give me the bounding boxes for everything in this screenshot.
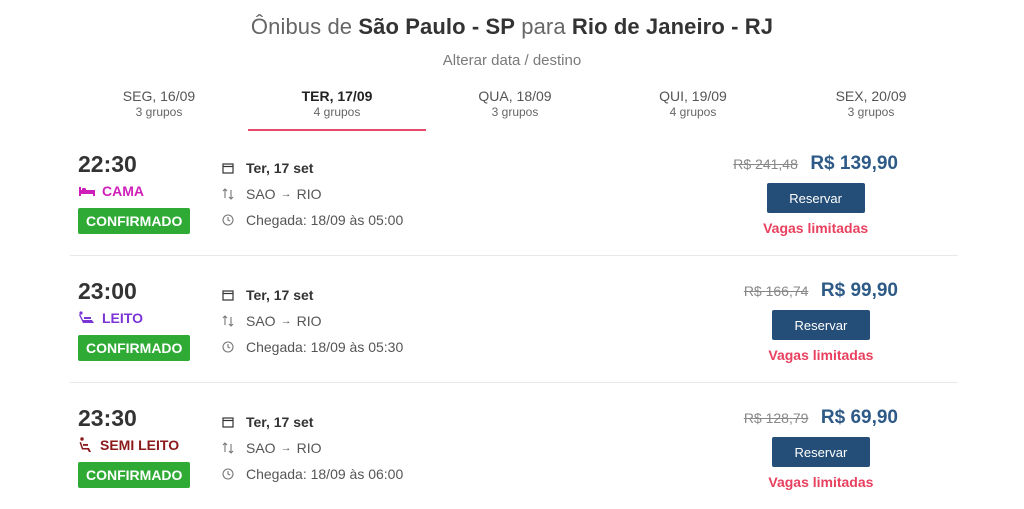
bed-icon: [78, 185, 96, 197]
status-badge: CONFIRMADO: [78, 462, 191, 488]
route-from: SAO: [246, 186, 276, 202]
recliner-icon: [78, 311, 96, 325]
price-box: R$ 128,79 R$ 69,90 Reservar Vagas limita…: [744, 407, 898, 490]
results-list: 22:30 CAMA CONFIRMADO Ter, 17 set SAO → …: [70, 135, 958, 509]
availability-text: Vagas limitadas: [763, 220, 869, 236]
trip-info: Ter, 17 set SAO → RIO Chegada: 18/09 às …: [222, 155, 403, 233]
departure-time: 22:30: [78, 151, 137, 177]
current-price: R$ 69,90: [820, 407, 898, 428]
tab-seg-16-09[interactable]: SEG, 16/09 3 grupos: [70, 86, 248, 129]
price-box: R$ 166,74 R$ 99,90 Reservar Vagas limita…: [744, 280, 898, 363]
arrival-time: Chegada: 18/09 às 05:30: [246, 339, 404, 355]
transfer-icon: [222, 188, 240, 200]
current-price: R$ 99,90: [820, 280, 898, 301]
route-to: RIO: [296, 313, 322, 329]
tab-date: SEG, 16/09: [122, 88, 196, 104]
arrow-right-icon: →: [280, 188, 292, 200]
destination-city: Rio de Janeiro - RJ: [571, 14, 774, 39]
clock-icon: [222, 214, 240, 226]
status-badge: CONFIRMADO: [78, 208, 191, 234]
tab-groups: 3 grupos: [135, 105, 183, 119]
arrival-time: Chegada: 18/09 às 06:00: [246, 466, 404, 482]
route-from: SAO: [246, 313, 276, 329]
trip-info: Ter, 17 set SAO → RIO Chegada: 18/09 às …: [222, 409, 403, 487]
availability-text: Vagas limitadas: [768, 474, 874, 490]
calendar-icon: [222, 416, 240, 428]
tab-groups: 4 grupos: [669, 105, 717, 119]
tab-date: QUA, 18/09: [478, 88, 552, 104]
page-header: Ônibus de São Paulo - SP para Rio de Jan…: [0, 14, 1024, 40]
trip-info: Ter, 17 set SAO → RIO Chegada: 18/09 às …: [222, 282, 403, 360]
date-tabs: SEG, 16/09 3 grupos TER, 17/09 4 grupos …: [70, 86, 958, 132]
trip-date: Ter, 17 set: [246, 414, 314, 430]
reserve-button[interactable]: Reservar: [771, 437, 870, 467]
seat-type: SEMI LEITO: [78, 437, 179, 453]
seat-type-label: LEITO: [102, 310, 143, 326]
trip-row: 22:30 CAMA CONFIRMADO Ter, 17 set SAO → …: [70, 135, 958, 256]
calendar-icon: [222, 162, 240, 174]
trip-row: 23:00 LEITO CONFIRMADO Ter, 17 set SAO →…: [70, 262, 958, 383]
tab-date: TER, 17/09: [301, 88, 373, 104]
tab-qui-19-09[interactable]: QUI, 19/09 4 grupos: [604, 86, 782, 129]
seat-type-label: SEMI LEITO: [100, 437, 180, 453]
tab-qua-18-09[interactable]: QUA, 18/09 3 grupos: [426, 86, 604, 129]
tab-date: SEX, 20/09: [835, 88, 907, 104]
title-middle: para: [521, 14, 566, 39]
status-badge: CONFIRMADO: [78, 335, 191, 361]
route-to: RIO: [296, 440, 322, 456]
seat-type: LEITO: [78, 310, 143, 326]
tab-groups: 4 grupos: [313, 105, 361, 119]
tab-ter-17-09[interactable]: TER, 17/09 4 grupos: [248, 86, 426, 131]
departure-time: 23:00: [78, 278, 137, 304]
route-from: SAO: [246, 440, 276, 456]
trip-date: Ter, 17 set: [246, 160, 314, 176]
tab-sex-20-09[interactable]: SEX, 20/09 3 grupos: [782, 86, 960, 129]
calendar-icon: [222, 289, 240, 301]
clock-icon: [222, 341, 240, 353]
clock-icon: [222, 468, 240, 480]
change-date-destination-link[interactable]: Alterar data / destino: [0, 52, 1024, 69]
route-title: Ônibus de São Paulo - SP para Rio de Jan…: [0, 14, 1024, 40]
origin-city: São Paulo - SP: [358, 14, 516, 39]
seat-icon: [78, 437, 94, 453]
trip-row: 23:30 SEMI LEITO CONFIRMADO Ter, 17 set …: [70, 389, 958, 509]
seat-type: CAMA: [78, 183, 144, 199]
trip-date: Ter, 17 set: [246, 287, 314, 303]
reserve-button[interactable]: Reservar: [766, 183, 865, 213]
availability-text: Vagas limitadas: [768, 347, 874, 363]
old-price: R$ 128,79: [743, 410, 809, 426]
transfer-icon: [222, 442, 240, 454]
departure-time: 23:30: [78, 405, 137, 431]
current-price: R$ 139,90: [810, 153, 898, 174]
old-price: R$ 241,48: [733, 156, 798, 172]
transfer-icon: [222, 315, 240, 327]
tab-groups: 3 grupos: [491, 105, 539, 119]
arrow-right-icon: →: [280, 315, 292, 327]
arrow-right-icon: →: [280, 442, 292, 454]
tab-groups: 3 grupos: [847, 105, 895, 119]
reserve-button[interactable]: Reservar: [771, 310, 870, 340]
title-prefix: Ônibus de: [250, 14, 353, 39]
tab-date: QUI, 19/09: [659, 88, 727, 104]
seat-type-label: CAMA: [102, 183, 144, 199]
old-price: R$ 166,74: [743, 283, 809, 299]
route-to: RIO: [296, 186, 322, 202]
price-box: R$ 241,48 R$ 139,90 Reservar Vagas limit…: [733, 153, 898, 236]
arrival-time: Chegada: 18/09 às 05:00: [246, 212, 404, 228]
